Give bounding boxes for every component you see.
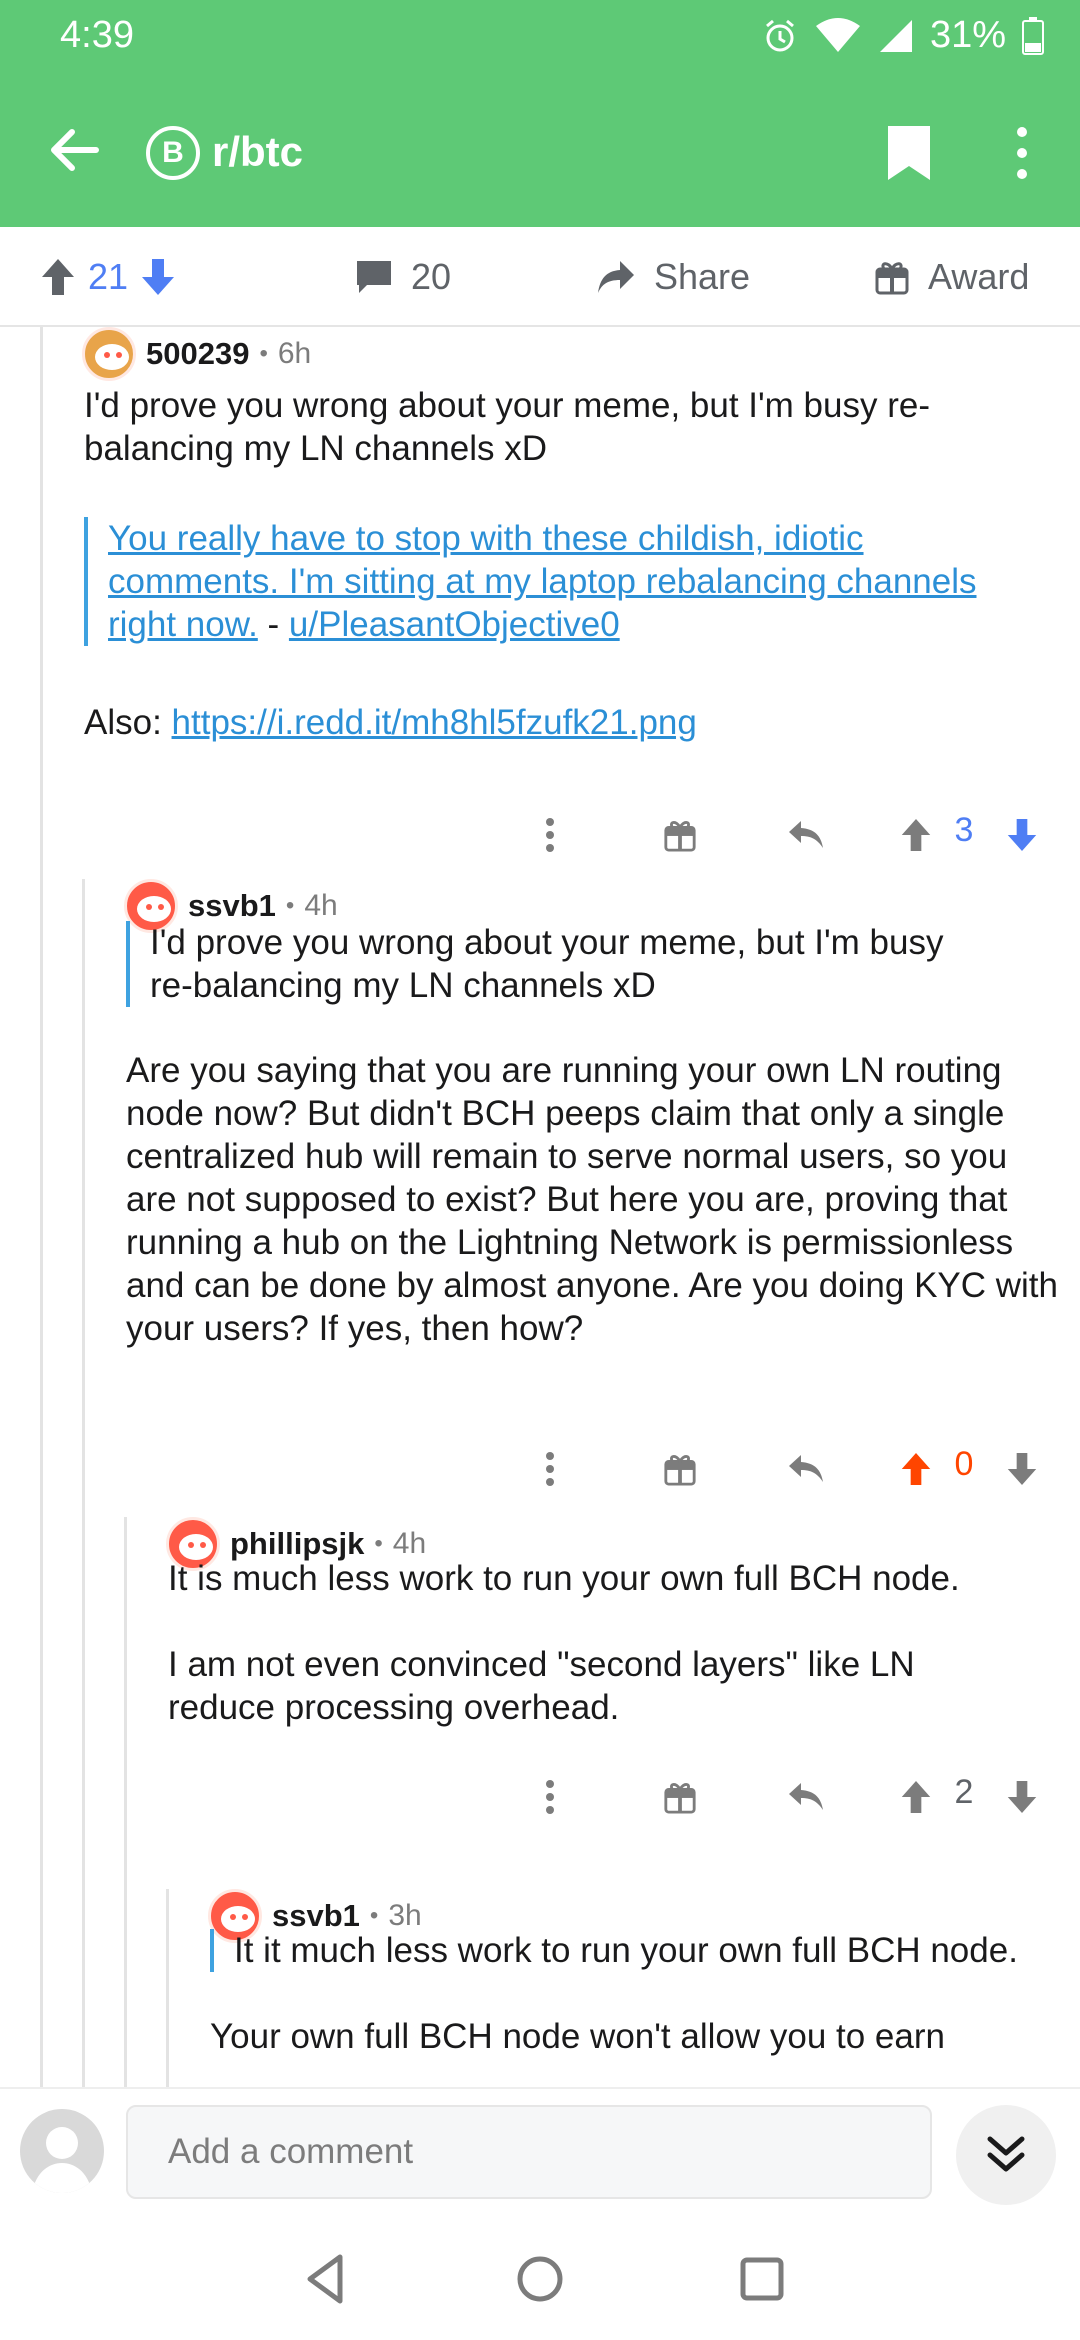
comment-composer: Add a comment — [0, 2087, 1080, 2217]
downvote-button[interactable] — [992, 1439, 1052, 1499]
nav-back-icon[interactable] — [296, 2247, 360, 2311]
signal-icon — [879, 19, 912, 52]
award-button[interactable]: Award — [874, 227, 1029, 327]
downvote-icon — [1007, 1781, 1037, 1813]
downvote-button[interactable] — [992, 805, 1052, 865]
user-icon — [32, 2127, 92, 2193]
gift-icon — [664, 821, 696, 852]
gift-icon — [664, 1455, 696, 1486]
comment-body: Your own full BCH node won't allow you t… — [210, 2017, 945, 2056]
more-options-icon — [546, 1452, 554, 1486]
upvote-icon — [901, 819, 931, 851]
alarm-icon — [765, 19, 794, 51]
comment-actions: 2 — [520, 1767, 1080, 1827]
post-vote: 21 — [40, 227, 176, 327]
thread-rail — [124, 1517, 127, 2087]
status-time: 4:39 — [60, 14, 134, 56]
downvote-icon — [1007, 1453, 1037, 1485]
comment-quote: You really have to stop with these child… — [84, 517, 1064, 646]
post-action-bar: 21 20 Share Award — [0, 227, 1080, 327]
image-link[interactable]: https://i.redd.it/mh8hl5fzufk21.png — [172, 703, 697, 742]
thread-rail — [82, 879, 85, 2087]
status-icons: 31% — [762, 14, 1044, 57]
award-button[interactable] — [650, 1439, 710, 1499]
comment-body: I am not even convinced "second layers" … — [168, 1645, 915, 1727]
user-link[interactable]: u/PleasantObjective0 — [289, 605, 620, 644]
gift-icon — [875, 262, 909, 295]
comment-actions: 0 — [520, 1439, 1080, 1499]
next-comment-button[interactable] — [956, 2105, 1056, 2205]
comment-score: 0 — [954, 1445, 974, 1483]
upvote-button[interactable] — [886, 805, 946, 865]
reply-button[interactable] — [776, 1439, 836, 1499]
comments-count[interactable]: 20 — [355, 227, 451, 327]
quote-link[interactable]: comments. I'm sitting at my laptop rebal… — [108, 562, 977, 601]
upvote-icon — [901, 1453, 931, 1485]
app-header: 4:39 31% B r/btc — [0, 0, 1080, 227]
comment-age: 4h — [304, 889, 338, 922]
upvote-icon[interactable] — [40, 257, 76, 297]
comment-age: 4h — [392, 1527, 427, 1560]
reply-icon — [789, 1783, 823, 1810]
more-options-button[interactable] — [520, 1767, 580, 1827]
subreddit-icon: B — [146, 126, 200, 180]
reply-button[interactable] — [776, 805, 836, 865]
upvote-button[interactable] — [886, 1439, 946, 1499]
more-options-icon — [546, 818, 554, 852]
comment-author[interactable]: ssvb1 — [188, 888, 276, 924]
award-button[interactable] — [650, 805, 710, 865]
upvote-icon — [901, 1781, 931, 1813]
nav-recents-icon[interactable] — [730, 2247, 794, 2311]
reply-icon — [789, 821, 823, 848]
share-button[interactable]: Share — [596, 227, 750, 327]
more-options-button[interactable] — [520, 1439, 580, 1499]
battery-icon — [1022, 16, 1044, 55]
quote-link[interactable]: right now. — [108, 605, 258, 644]
share-icon — [598, 261, 634, 293]
award-button[interactable] — [650, 1767, 710, 1827]
reply-button[interactable] — [776, 1767, 836, 1827]
comment-author[interactable]: 500239 — [146, 336, 249, 372]
post-score: 21 — [88, 256, 129, 297]
more-options-icon[interactable] — [1004, 124, 1040, 182]
comment-score: 2 — [954, 1773, 974, 1811]
upvote-button[interactable] — [886, 1767, 946, 1827]
back-arrow-icon[interactable] — [46, 122, 102, 178]
subreddit-title[interactable]: r/btc — [212, 128, 303, 176]
nav-home-icon[interactable] — [508, 2247, 572, 2311]
gift-icon — [664, 1783, 696, 1814]
comment-also: Also: https://i.redd.it/mh8hl5fzufk21.pn… — [84, 703, 697, 742]
comment-age: 3h — [388, 1899, 422, 1932]
system-nav-bar — [0, 2217, 1080, 2340]
comment-body: I'd prove you wrong about your meme, but… — [84, 386, 930, 468]
battery-percent: 31% — [929, 14, 1006, 56]
comment-score: 3 — [954, 811, 974, 849]
downvote-button[interactable] — [992, 1767, 1052, 1827]
quote-link[interactable]: You really have to stop with these child… — [108, 519, 864, 558]
comment-quote: I'd prove you wrong about your meme, but… — [126, 921, 986, 1007]
comment-meta: 500239 • 6h — [82, 327, 311, 381]
avatar[interactable] — [82, 327, 136, 381]
thread-rail — [166, 1889, 169, 2087]
reply-icon — [789, 1455, 823, 1482]
downvote-icon[interactable] — [140, 257, 176, 297]
comment-icon — [357, 261, 391, 293]
wifi-icon — [815, 17, 860, 52]
thread-rail — [40, 327, 43, 2087]
comment-quote: It it much less work to run your own ful… — [210, 1929, 1070, 1972]
more-options-button[interactable] — [520, 805, 580, 865]
comment-body: It is much less work to run your own ful… — [168, 1559, 960, 1598]
comment-actions: 3 — [520, 805, 1080, 865]
more-options-icon — [546, 1780, 554, 1814]
comment-body: Are you saying that you are running your… — [126, 1051, 1058, 1348]
comment-input[interactable]: Add a comment — [126, 2105, 932, 2199]
comment-age: 6h — [277, 337, 312, 370]
downvote-icon — [1007, 819, 1037, 851]
bookmark-icon[interactable] — [886, 124, 932, 182]
double-chevron-down-icon — [987, 2136, 1025, 2172]
comment-thread: 500239 • 6h I'd prove you wrong about yo… — [0, 327, 1080, 2087]
user-avatar[interactable] — [20, 2109, 104, 2193]
